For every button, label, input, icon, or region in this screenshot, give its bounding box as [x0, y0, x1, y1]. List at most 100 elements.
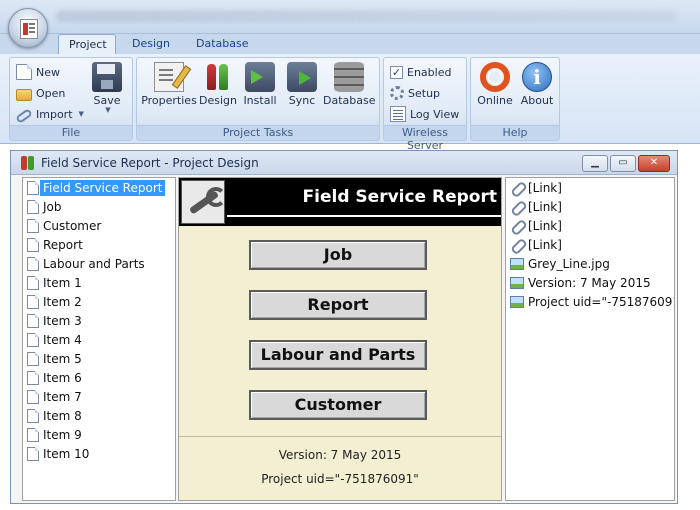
tree-item[interactable]: Customer: [27, 217, 101, 235]
info-icon: i: [522, 62, 552, 92]
group-wireless-server: ✓ Enabled Setup Log View Wireless Server: [383, 57, 467, 152]
lifebuoy-icon: [480, 62, 510, 92]
tree-item[interactable]: Item 3: [27, 312, 82, 330]
new-document-icon: [16, 64, 32, 80]
document-icon: [27, 314, 39, 328]
link-icon: [510, 219, 524, 233]
online-button[interactable]: Online: [475, 60, 515, 112]
ribbon: New Open Import ▼ Save ▼ File Properties…: [0, 54, 700, 152]
list-item[interactable]: [Link]: [510, 198, 562, 216]
properties-icon: [154, 62, 184, 92]
minimize-button[interactable]: ▁: [582, 155, 608, 172]
group-help: Online i About Help: [470, 57, 560, 141]
application-menu-button[interactable]: [8, 8, 48, 48]
document-icon: [27, 333, 39, 347]
document-icon: [27, 200, 39, 214]
group-label-project-tasks: Project Tasks: [137, 125, 379, 139]
link-icon: [15, 108, 33, 124]
install-device-icon: [245, 62, 275, 92]
project-design-icon: [21, 156, 35, 170]
database-button[interactable]: Database: [323, 60, 376, 112]
tree-item[interactable]: Item 9: [27, 426, 82, 444]
log-view-button[interactable]: Log View: [390, 104, 459, 124]
tree-item[interactable]: Item 4: [27, 331, 82, 349]
dropdown-arrow-icon: ▼: [78, 110, 84, 118]
tree-item[interactable]: Item 5: [27, 350, 82, 368]
document-icon: [27, 276, 39, 290]
list-item[interactable]: Version: 7 May 2015: [510, 274, 651, 292]
design-button[interactable]: Design: [199, 60, 237, 112]
save-disk-icon: [92, 62, 122, 92]
group-label-wireless-server: Wireless Server: [384, 125, 466, 152]
tree-item[interactable]: Field Service Report: [27, 179, 166, 197]
design-crayons-icon: [203, 62, 233, 92]
form-divider: [179, 436, 501, 437]
tree-item[interactable]: Item 2: [27, 293, 82, 311]
app-logo-icon: [20, 19, 38, 39]
document-icon: [27, 238, 39, 252]
tree-item[interactable]: Item 6: [27, 369, 82, 387]
group-label-help: Help: [471, 125, 559, 139]
properties-button[interactable]: Properties: [141, 60, 197, 112]
list-item[interactable]: [Link]: [510, 236, 562, 254]
tab-database[interactable]: Database: [186, 34, 259, 55]
save-button[interactable]: Save ▼: [90, 60, 124, 114]
element-list: [Link] [Link] [Link] [Link] Grey_Line.jp…: [505, 177, 675, 501]
document-icon: [27, 257, 39, 271]
image-icon: [510, 258, 524, 270]
project-design-window: Field Service Report - Project Design ▁ …: [10, 150, 678, 504]
app-title-bar: [0, 0, 700, 34]
close-button[interactable]: ✕: [638, 155, 670, 172]
document-icon: [27, 409, 39, 423]
list-item[interactable]: [Link]: [510, 217, 562, 235]
enabled-checkbox[interactable]: ✓ Enabled: [390, 62, 451, 82]
document-icon: [27, 181, 39, 195]
setup-button[interactable]: Setup: [390, 83, 440, 103]
sync-button[interactable]: Sync: [285, 60, 319, 112]
project-tree: Field Service Report Job Customer Report…: [22, 177, 176, 501]
list-item[interactable]: Grey_Line.jpg: [510, 255, 610, 273]
link-icon: [510, 200, 524, 214]
report-button[interactable]: Report: [249, 290, 427, 320]
folder-open-icon: [16, 88, 32, 101]
tree-item[interactable]: Item 10: [27, 445, 89, 463]
log-list-icon: [390, 106, 406, 122]
header-divider: [227, 215, 501, 217]
group-label-file: File: [10, 125, 132, 139]
tree-item[interactable]: Job: [27, 198, 62, 216]
tree-item[interactable]: Report: [27, 236, 83, 254]
window-title: Field Service Report - Project Design: [41, 156, 259, 170]
image-icon: [510, 277, 524, 289]
customer-button[interactable]: Customer: [249, 390, 427, 420]
group-file: New Open Import ▼ Save ▼ File: [9, 57, 133, 141]
tree-item[interactable]: Item 7: [27, 388, 82, 406]
install-button[interactable]: Install: [241, 60, 279, 112]
tree-item[interactable]: Item 1: [27, 274, 82, 292]
app-title-blurred: [56, 10, 676, 22]
checkbox-checked-icon: ✓: [390, 65, 403, 79]
document-icon: [27, 371, 39, 385]
form-header: Field Service Report: [179, 178, 501, 226]
tree-item[interactable]: Item 8: [27, 407, 82, 425]
new-button[interactable]: New: [16, 62, 60, 82]
job-button[interactable]: Job: [249, 240, 427, 270]
image-icon: [510, 296, 524, 308]
list-item[interactable]: Project uid="-751876091...: [510, 293, 674, 311]
document-icon: [27, 295, 39, 309]
dropdown-arrow-icon: ▼: [105, 106, 111, 114]
sync-device-icon: [287, 62, 317, 92]
open-button[interactable]: Open: [16, 83, 65, 103]
list-item[interactable]: [Link]: [510, 179, 562, 197]
document-icon: [27, 390, 39, 404]
tree-item[interactable]: Labour and Parts: [27, 255, 145, 273]
form-title: Field Service Report: [302, 187, 497, 207]
maximize-button[interactable]: ▭: [610, 155, 636, 172]
gear-icon: [390, 86, 404, 100]
document-icon: [27, 219, 39, 233]
about-button[interactable]: i About: [517, 60, 557, 112]
import-button[interactable]: Import ▼: [15, 104, 84, 124]
tab-design[interactable]: Design: [122, 34, 180, 55]
tab-project[interactable]: Project: [58, 34, 116, 55]
labour-and-parts-button[interactable]: Labour and Parts: [249, 340, 427, 370]
project-design-title-bar[interactable]: Field Service Report - Project Design ▁ …: [11, 151, 677, 175]
